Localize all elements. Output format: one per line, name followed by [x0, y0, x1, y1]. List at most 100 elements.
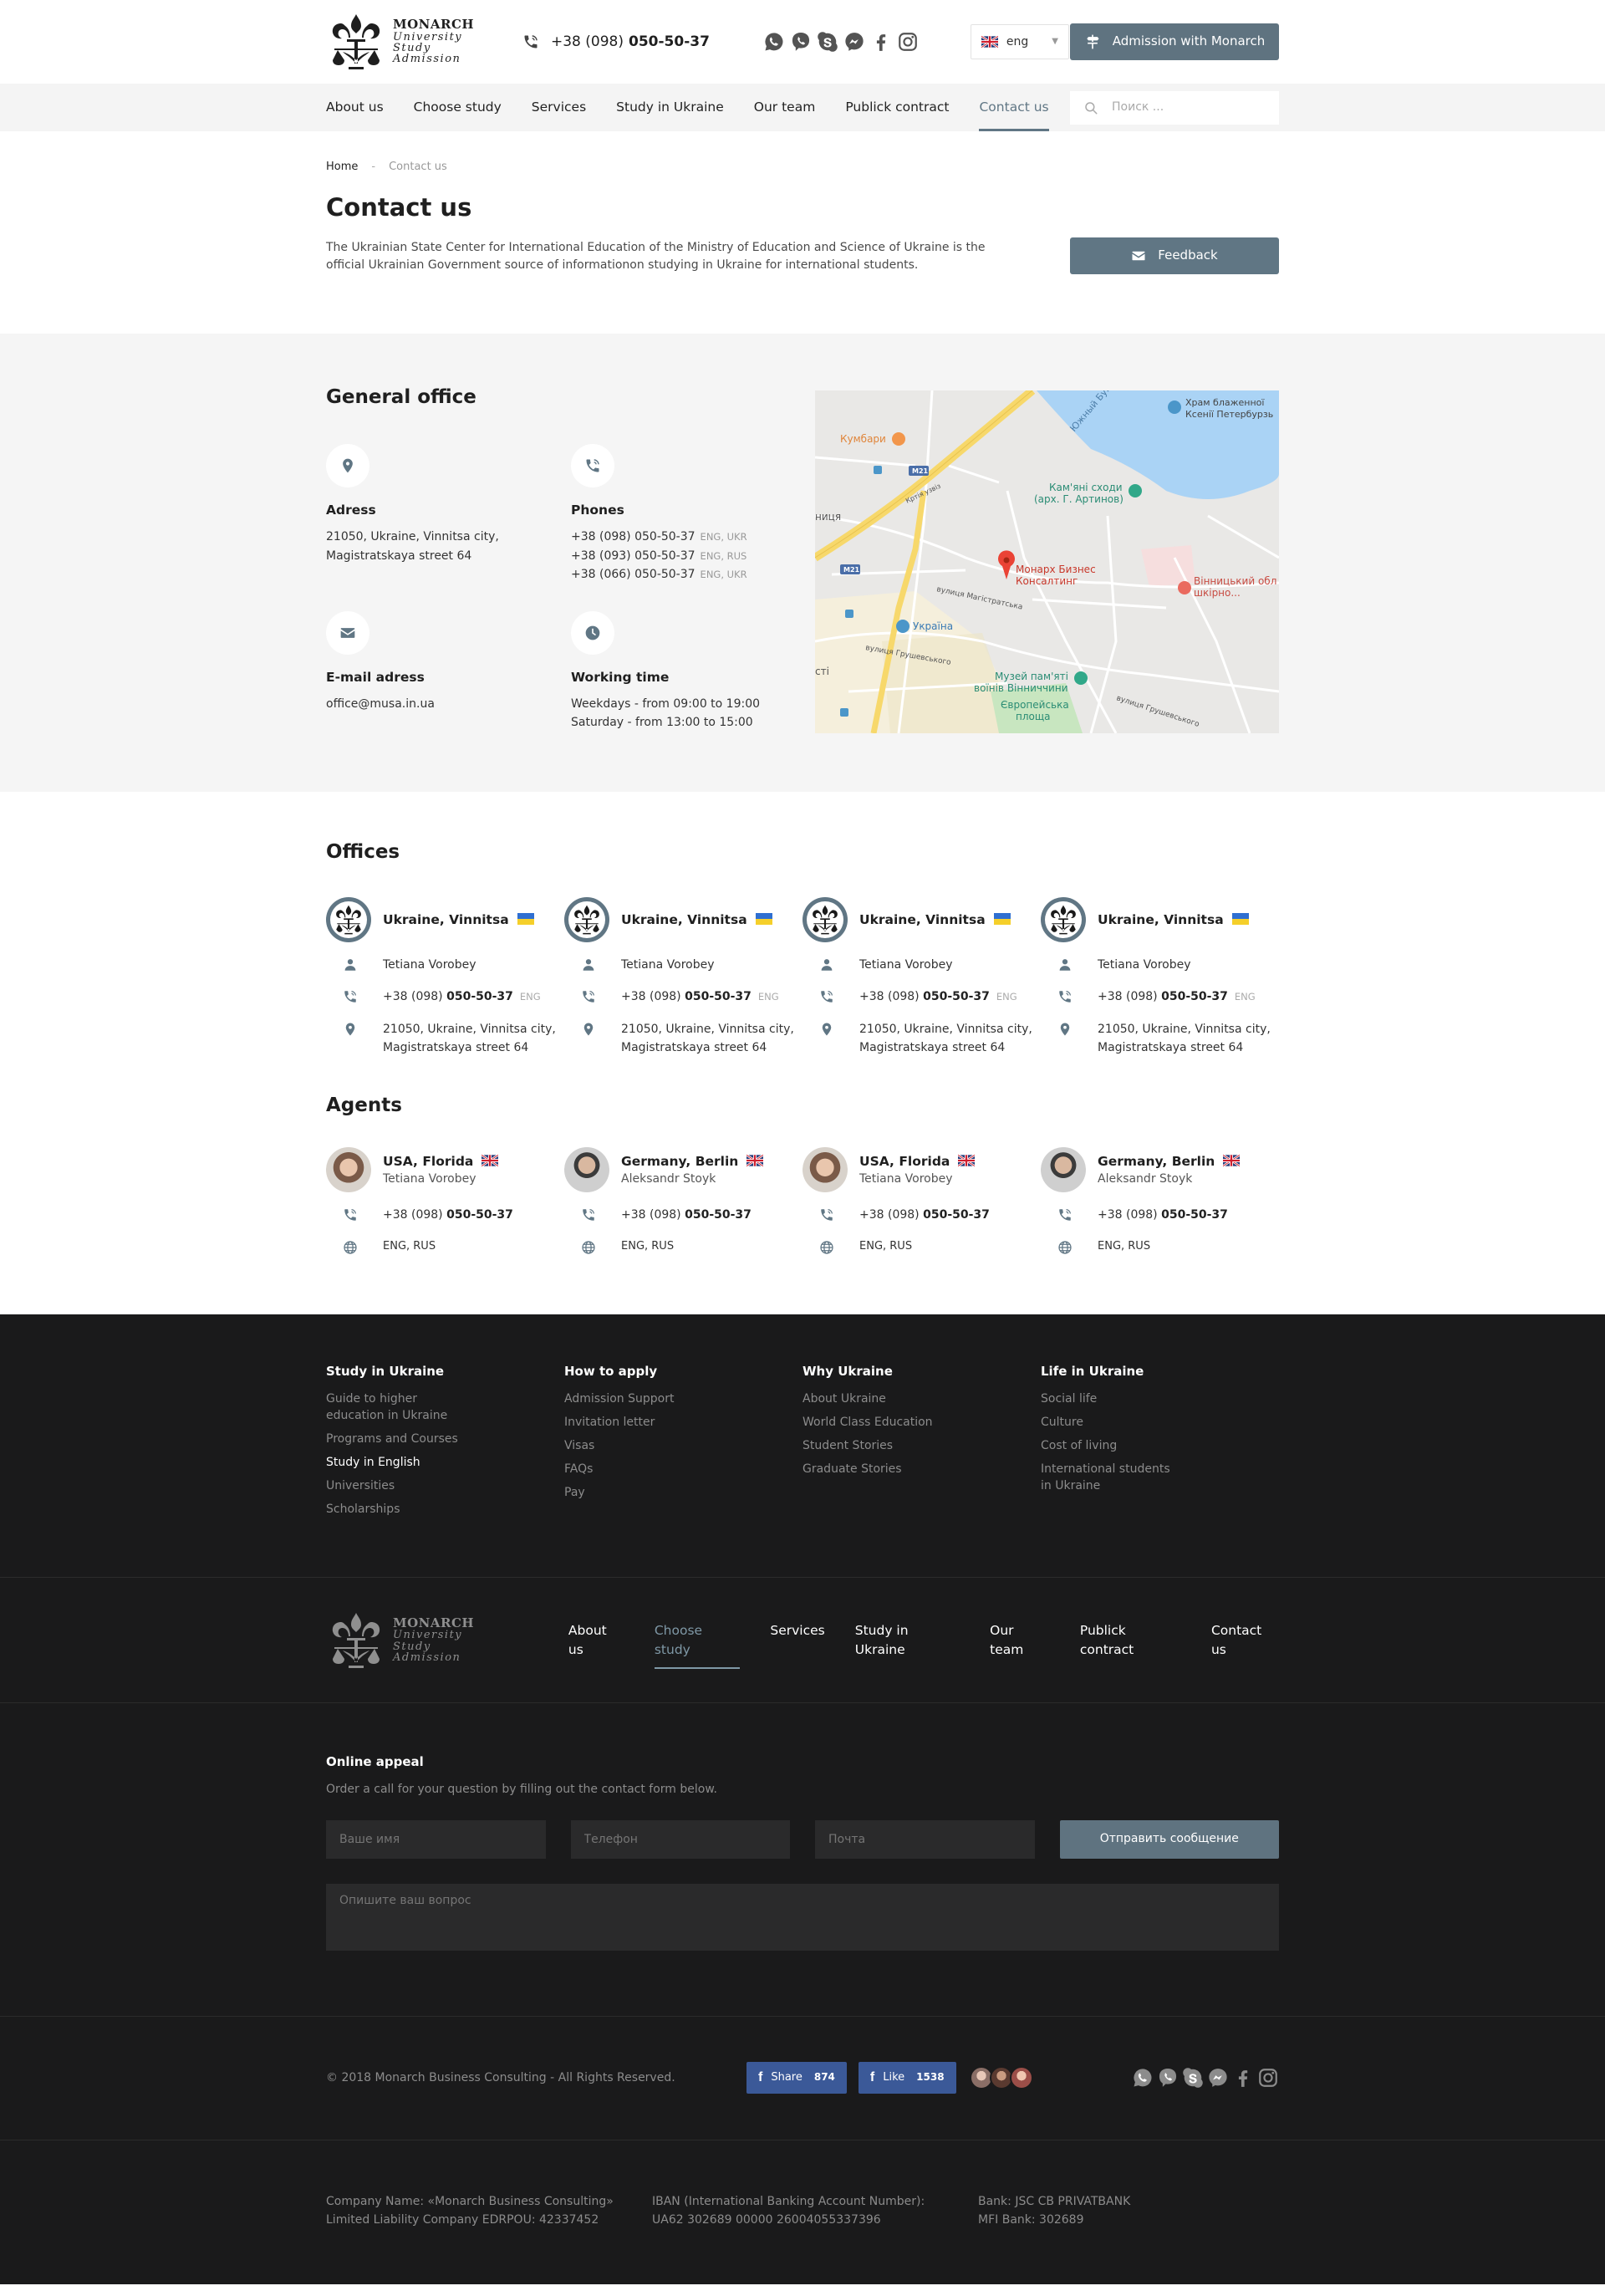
phone-input[interactable]: [570, 1819, 791, 1859]
footer-link[interactable]: Pay: [564, 1484, 802, 1501]
site-logo[interactable]: MONARCH University Study Admission: [326, 12, 481, 72]
address-icon-circle: [326, 443, 369, 487]
whatsapp-icon[interactable]: [1132, 2067, 1154, 2089]
agents-title: Agents: [326, 1094, 402, 1117]
nav-item-contact-us[interactable]: Contact us: [979, 84, 1049, 131]
nav-item-study-in-ukraine[interactable]: Study in Ukraine: [616, 84, 724, 131]
agent-languages: ENG, RUS: [802, 1238, 1041, 1256]
office-phone[interactable]: +38 (066) 050-50-37 ENG, UKR: [571, 565, 815, 584]
footer-nav-item-about-us[interactable]: About us: [568, 1615, 624, 1666]
office-phone[interactable]: +38 (098) 050-50-37 ENG, UKR: [571, 528, 815, 546]
office-phone[interactable]: +38 (098) 050-50-37 ENG: [564, 987, 802, 1006]
facebook-share-button[interactable]: f Share 874: [746, 2062, 847, 2094]
language-select[interactable]: eng ▼: [970, 24, 1069, 59]
phone-number: 050-50-37: [446, 1208, 513, 1222]
nav-item-our-team[interactable]: Our team: [754, 84, 816, 131]
office-avatar: [326, 896, 371, 942]
messenger-icon[interactable]: [843, 31, 865, 53]
nav-item-choose-study[interactable]: Choose study: [414, 84, 502, 131]
phone-number: 050-50-37: [1161, 1208, 1228, 1222]
feedback-button-label: Feedback: [1158, 247, 1218, 263]
footer-link[interactable]: Social life: [1041, 1390, 1279, 1407]
skype-icon[interactable]: [817, 31, 838, 53]
footer-link[interactable]: Visas: [564, 1437, 802, 1454]
office-phone[interactable]: +38 (098) 050-50-37 ENG: [1041, 987, 1279, 1006]
footer-link[interactable]: Guide to higher education in Ukraine: [326, 1390, 460, 1424]
footer-link[interactable]: Graduate Stories: [802, 1461, 1041, 1477]
address-label: Adress: [326, 502, 376, 518]
phone-number: 050-50-37: [685, 990, 752, 1004]
footer-nav-item-study-in-ukraine[interactable]: Study in Ukraine: [855, 1615, 960, 1666]
footer-link[interactable]: Invitation letter: [564, 1414, 802, 1431]
footer-nav-item-our-team[interactable]: Our team: [990, 1615, 1050, 1666]
phone-number: 050-50-37: [629, 33, 710, 50]
footer-link[interactable]: Scholarships: [326, 1501, 564, 1518]
footer-link[interactable]: About Ukraine: [802, 1390, 1041, 1407]
phone-prefix: +38 (098): [551, 33, 624, 50]
agent-card: USA, Florida Tetiana Vorobey +38 (098) 050…: [326, 1147, 564, 1255]
footer-nav-item-contact-us[interactable]: Contact us: [1211, 1615, 1279, 1666]
map-label: Європейська: [1001, 699, 1069, 711]
footer-link[interactable]: Cost of living: [1041, 1437, 1279, 1454]
footer-logo[interactable]: MONARCH University Study Admission: [326, 1610, 478, 1671]
footer-link[interactable]: Culture: [1041, 1414, 1279, 1431]
office-phone[interactable]: +38 (098) 050-50-37 ENG: [326, 987, 564, 1006]
email-input[interactable]: [815, 1819, 1035, 1859]
nav-item-about-us[interactable]: About us: [326, 84, 384, 131]
nav-item-services[interactable]: Services: [532, 84, 586, 131]
instagram-icon[interactable]: [897, 31, 919, 53]
agent-languages: ENG, RUS: [564, 1238, 802, 1256]
search-input[interactable]: Поиск ...: [1070, 90, 1279, 125]
messenger-icon[interactable]: [1207, 2067, 1229, 2089]
footer-link[interactable]: Study in English: [326, 1454, 564, 1471]
footer-link[interactable]: Universities: [326, 1477, 564, 1494]
footer-link[interactable]: World Class Education: [802, 1414, 1041, 1431]
nav-item-publick-contract[interactable]: Publick contract: [845, 84, 949, 131]
office-phone[interactable]: +38 (098) 050-50-37 ENG: [802, 987, 1041, 1006]
email-link[interactable]: office@musa.in.ua: [326, 695, 571, 713]
office-phone[interactable]: +38 (093) 050-50-37 ENG, RUS: [571, 547, 815, 565]
footer-link[interactable]: Programs and Courses: [326, 1431, 564, 1447]
office-contact-person: Tetiana Vorobey: [1041, 956, 1279, 974]
facebook-icon[interactable]: [1232, 2067, 1254, 2089]
feedback-button[interactable]: Feedback: [1070, 237, 1279, 274]
admission-button[interactable]: Admission with Monarch: [1070, 23, 1279, 60]
header-phone[interactable]: +38 (098) 050-50-37: [522, 32, 710, 53]
languages: ENG, RUS: [621, 1239, 675, 1253]
footer-nav-item-publick-contract[interactable]: Publick contract: [1080, 1615, 1181, 1666]
send-message-button[interactable]: Отправить сообщение: [1059, 1819, 1279, 1859]
globe-icon: [343, 1240, 358, 1255]
agent-phone[interactable]: +38 (098) 050-50-37: [326, 1206, 564, 1224]
agent-phone[interactable]: +38 (098) 050-50-37: [802, 1206, 1041, 1224]
phone-prefix: +38 (098): [1098, 990, 1158, 1004]
office-avatar: [1041, 896, 1086, 942]
agent-phone[interactable]: +38 (098) 050-50-37: [1041, 1206, 1279, 1224]
instagram-icon[interactable]: [1257, 2067, 1279, 2089]
question-textarea[interactable]: [326, 1883, 1279, 1951]
footer-link[interactable]: FAQs: [564, 1461, 802, 1477]
email-label: E-mail adress: [326, 669, 425, 685]
map-label: Україна: [913, 620, 953, 632]
agent-card: Germany, Berlin Aleksandr Stoyk +38 (098) …: [1041, 1147, 1279, 1255]
name-input[interactable]: [326, 1819, 546, 1859]
footer-link[interactable]: International students in Ukraine: [1041, 1461, 1174, 1494]
footer-nav-item-choose-study[interactable]: Choose study: [654, 1615, 741, 1669]
agent-phone[interactable]: +38 (098) 050-50-37: [564, 1206, 802, 1224]
footer-nav-item-services[interactable]: Services: [770, 1615, 824, 1666]
phone-prefix: +38 (098): [383, 1208, 443, 1222]
map-label: Музей пам'яті: [995, 671, 1068, 682]
viber-icon[interactable]: [1157, 2067, 1179, 2089]
facebook-like-button[interactable]: f Like 1538: [858, 2062, 956, 2094]
office-city: Ukraine, Vinnitsa: [859, 911, 986, 927]
legal-info: Company Name: «Monarch Business Consulti…: [0, 2140, 1605, 2284]
mail-icon: [339, 625, 356, 641]
footer-link[interactable]: Student Stories: [802, 1437, 1041, 1454]
footer-link[interactable]: Admission Support: [564, 1390, 802, 1407]
office-map[interactable]: M21 M21 Храм блаженної Ксенії Петербурзь…: [815, 390, 1279, 733]
whatsapp-icon[interactable]: [763, 31, 785, 53]
breadcrumb-home[interactable]: Home: [326, 161, 358, 173]
viber-icon[interactable]: [790, 31, 812, 53]
facebook-icon[interactable]: [870, 31, 892, 53]
avatar: [326, 1147, 371, 1193]
skype-icon[interactable]: [1182, 2067, 1204, 2089]
